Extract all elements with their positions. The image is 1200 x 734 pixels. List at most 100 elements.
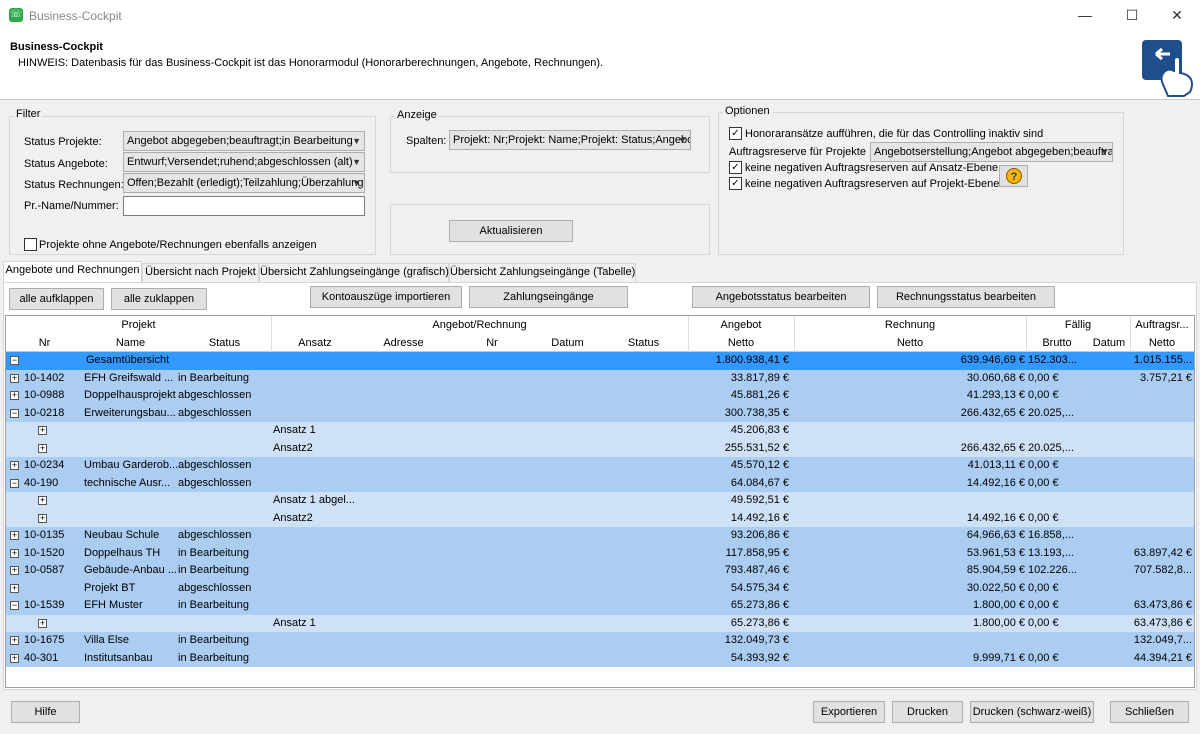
tab-zahlungseingaenge-grafisch[interactable]: Übersicht Zahlungseingänge (grafisch) <box>259 263 449 282</box>
opt3-checkbox[interactable]: ✓ <box>729 177 742 190</box>
minimize-button[interactable]: — <box>1070 4 1100 26</box>
expand-icon[interactable]: + <box>38 443 47 453</box>
cell-reserve-netto: 1.015.155... <box>1133 354 1192 366</box>
cell-faellig-brutto: 0,00 € <box>1028 581 1059 594</box>
opt2-checkbox[interactable]: ✓ <box>729 161 742 174</box>
project-row[interactable]: −40-190 technische Ausr... abgeschlossen 64… <box>6 474 1194 492</box>
collapse-icon[interactable]: − <box>10 601 19 610</box>
col-header-nr[interactable]: Nr <box>6 337 83 349</box>
expand-icon[interactable]: + <box>38 426 47 435</box>
project-row[interactable]: +10-1402 EFH Greifswald ... in Bearbeitung… <box>6 369 1194 387</box>
tab-angebote-rechnungen[interactable]: Angebote und Rechnungen <box>3 261 142 283</box>
col-header-ar-status[interactable]: Status <box>599 337 688 349</box>
close-window-button[interactable]: ✕ <box>1162 4 1192 26</box>
project-row[interactable]: +10-1675 Villa Else in Bearbeitung 132.049,… <box>6 632 1194 650</box>
cell-faellig-brutto: 0,00 € <box>1028 599 1059 611</box>
col-header-rechnung-netto[interactable]: Netto <box>794 337 1026 349</box>
ansatz-row[interactable]: + Ansatz 1 65.273,86 € 1.800,00 €0,00 € 63.4… <box>6 614 1194 632</box>
col-header-ar-nr[interactable]: Nr <box>448 337 536 349</box>
expand-icon[interactable]: + <box>38 496 47 505</box>
invoice-status-button[interactable]: Rechnungsstatus bearbeiten <box>877 286 1055 308</box>
expand-icon[interactable]: + <box>38 618 47 628</box>
summary-row[interactable]: − Gesamtübersicht 1.800.938,41 € 639.946,69… <box>6 352 1194 370</box>
status-projekte-select[interactable]: Angebot abgegeben;beauftragt;in Bearbeit… <box>123 131 365 151</box>
status-rechnungen-select[interactable]: Offen;Bezahlt (erledigt);Teilzahlung;Übe… <box>123 173 365 193</box>
cell-nr: 10-0988 <box>24 389 65 401</box>
help-question-icon[interactable]: ? <box>999 165 1028 187</box>
expand-icon[interactable]: + <box>10 636 19 645</box>
cell-faellig-brutto: 0,00 € <box>1028 389 1059 401</box>
opt1-checkbox[interactable]: ✓ <box>729 127 742 140</box>
tab-uebersicht-projekt[interactable]: Übersicht nach Projekt <box>142 263 259 282</box>
expand-icon[interactable]: + <box>10 566 19 575</box>
col-header-adresse[interactable]: Adresse <box>359 337 448 349</box>
name-input[interactable] <box>123 196 365 216</box>
col-header-faellig-datum[interactable]: Datum <box>1088 337 1130 349</box>
expand-icon[interactable]: + <box>10 373 19 383</box>
project-row[interactable]: −10-0218 Erweiterungsbau... abgeschlossen 3… <box>6 404 1194 422</box>
expand-icon[interactable]: + <box>10 583 19 593</box>
window-title: Business-Cockpit <box>29 9 122 23</box>
project-row[interactable]: −10-1539 EFH Muster in Bearbeitung 65.273,8… <box>6 597 1194 615</box>
data-grid[interactable]: Projekt Angebot/Rechnung Angebot Rechnun… <box>5 315 1195 688</box>
col-header-datum[interactable]: Datum <box>536 337 599 349</box>
expand-all-button[interactable]: alle aufklappen <box>9 288 104 310</box>
cell-status: abgeschlossen <box>178 581 252 594</box>
expand-icon[interactable]: + <box>10 548 19 558</box>
print-button[interactable]: Drucken <box>892 701 963 723</box>
cell-nr: 10-1520 <box>24 546 65 559</box>
ansatz-row[interactable]: + Ansatz2 14.492,16 €14.492,16 €0,00 € <box>6 509 1194 527</box>
ansatz-row[interactable]: + Ansatz 1 abgel... 49.592,51 € <box>6 492 1194 510</box>
cell-angebot-netto: 54.393,92 € <box>730 651 789 664</box>
opt3-label: keine negativen Auftragsreserven auf Pro… <box>745 178 1000 190</box>
project-row[interactable]: +10-0587 Gebäude-Anbau ... in Bearbeitung 7… <box>6 562 1194 580</box>
maximize-button[interactable]: ☐ <box>1117 4 1147 26</box>
project-row[interactable]: +10-0135 Neubau Schule abgeschlossen 93.206… <box>6 527 1194 545</box>
ansatz-row[interactable]: + Ansatz 1 45.206,83 € <box>6 422 1194 440</box>
expand-icon[interactable]: + <box>10 653 19 663</box>
export-button[interactable]: Exportieren <box>813 701 885 723</box>
expand-icon[interactable]: + <box>10 391 19 400</box>
ansatz-row[interactable]: + Ansatz2 255.531,52 € 266.432,65 €20.025,.… <box>6 439 1194 457</box>
print-bw-button[interactable]: Drucken (schwarz-weiß) <box>970 701 1094 723</box>
col-header-angebot-netto[interactable]: Netto <box>688 337 794 349</box>
close-button[interactable]: Schließen <box>1110 701 1189 723</box>
collapse-all-button[interactable]: alle zuklappen <box>111 288 207 310</box>
cell-angebot-netto: 45.206,83 € <box>730 424 789 436</box>
cell-status: abgeschlossen <box>178 459 252 471</box>
cell-faellig-brutto: 0,00 € <box>1028 511 1059 524</box>
spalten-select[interactable]: Projekt: Nr;Projekt: Name;Projekt: Statu… <box>449 130 691 150</box>
project-row[interactable]: +10-1520 Doppelhaus TH in Bearbeitung 117.8… <box>6 544 1194 562</box>
group-header-auftragsreserve: Auftragsr... <box>1135 319 1189 331</box>
collapse-icon[interactable]: − <box>10 478 19 488</box>
tab-zahlungseingaenge-tabelle[interactable]: Übersicht Zahlungseingänge (Tabelle) <box>449 263 636 282</box>
project-row[interactable]: +40-301 Institutsanbau in Bearbeitung 54.39… <box>6 649 1194 667</box>
reserve-select[interactable]: Angebotserstellung;Angebot abgegeben;bea… <box>870 142 1113 162</box>
import-statements-button[interactable]: Kontoauszüge importieren <box>310 286 462 308</box>
expand-icon[interactable]: + <box>10 531 19 540</box>
payments-button[interactable]: Zahlungseingänge <box>469 286 628 308</box>
collapse-icon[interactable]: − <box>10 356 19 365</box>
col-header-brutto[interactable]: Brutto <box>1026 337 1088 349</box>
cell-name: EFH Muster <box>84 599 143 611</box>
cell-rechnung-netto: 85.904,59 € <box>966 564 1025 576</box>
cell-name: Villa Else <box>84 634 130 646</box>
refresh-button[interactable]: Aktualisieren <box>449 220 573 242</box>
col-header-status[interactable]: Status <box>178 337 271 349</box>
expand-icon[interactable]: + <box>38 513 47 523</box>
offer-status-button[interactable]: Angebotsstatus bearbeiten <box>692 286 870 308</box>
chevron-down-icon: ▼ <box>1100 147 1109 157</box>
project-row[interactable]: + Projekt BT abgeschlossen 54.575,34 € 30.02… <box>6 579 1194 597</box>
collapse-icon[interactable]: − <box>10 408 19 418</box>
project-row[interactable]: +10-0988 Doppelhausprojekt abgeschlossen 45… <box>6 387 1194 405</box>
expand-icon[interactable]: + <box>10 461 19 470</box>
ohne-checkbox[interactable] <box>24 238 37 251</box>
status-angebote-select[interactable]: Entwurf;Versendet;ruhend;abgeschlossen (… <box>123 152 365 172</box>
help-button[interactable]: Hilfe <box>11 701 80 723</box>
col-header-name[interactable]: Name <box>83 337 178 349</box>
col-header-reserve-netto[interactable]: Netto <box>1130 337 1194 349</box>
project-row[interactable]: +10-0234 Umbau Garderob... abgeschlossen 45… <box>6 457 1194 475</box>
col-header-ansatz[interactable]: Ansatz <box>271 337 359 349</box>
cell-nr: 40-301 <box>24 651 59 664</box>
cell-angebot-netto: 255.531,52 € <box>724 441 789 454</box>
